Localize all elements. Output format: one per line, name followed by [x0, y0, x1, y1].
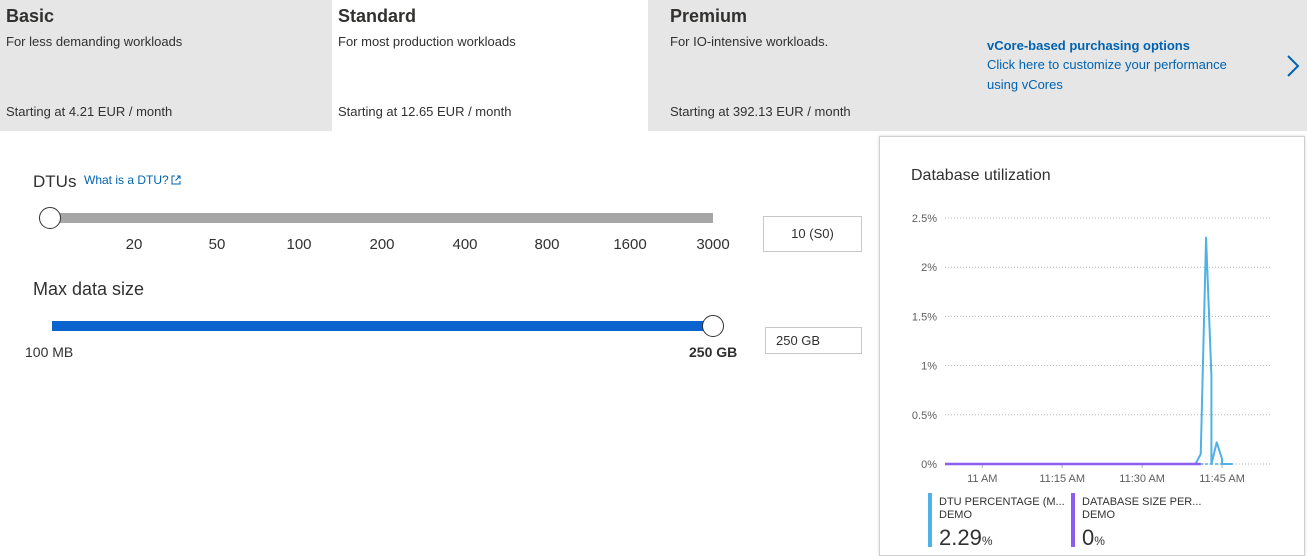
y-tick-label: 0%	[921, 459, 937, 471]
dtu-tick: 20	[125, 236, 143, 253]
size-min-label: 100 MB	[25, 344, 74, 360]
y-tick-label: 2.5%	[912, 213, 937, 225]
legend-db-name: DATABASE SIZE PER...	[1082, 496, 1202, 508]
size-max-label: 250 GB	[689, 344, 738, 360]
what-is-dtu-text: What is a DTU?	[84, 173, 169, 187]
tier-premium-description: For IO-intensive workloads.	[670, 34, 829, 49]
dtu-value-box[interactable]: 10 (S0)	[763, 216, 862, 252]
what-is-dtu-link[interactable]: What is a DTU?	[84, 173, 181, 187]
legend-dtu-name: DTU PERCENTAGE (M...	[939, 496, 1065, 508]
vcore-options-title: vCore-based purchasing options	[987, 38, 1190, 53]
tier-basic-price: Starting at 4.21 EUR / month	[6, 104, 173, 119]
external-link-icon	[171, 175, 181, 185]
dtu-percentage-line	[945, 236, 1233, 465]
legend-dtu-color	[928, 493, 932, 547]
vcore-options-link[interactable]: vCore-based purchasing options Click her…	[987, 38, 1277, 95]
legend-dtu-sub: DEMO	[939, 509, 972, 521]
x-tick-label: 11:15 AM	[1039, 473, 1085, 485]
size-slider-fill	[52, 321, 713, 331]
legend-db-value: 0%	[1082, 525, 1105, 551]
x-tick-label: 11 AM	[967, 473, 997, 485]
tier-premium[interactable]: Premium For IO-intensive workloads. Star…	[664, 0, 964, 131]
chevron-right-icon[interactable]	[1283, 52, 1303, 80]
dtu-tick: 1600	[613, 236, 647, 253]
tier-standard[interactable]: Standard For most production workloads S…	[332, 0, 648, 131]
y-tick-label: 2%	[921, 262, 937, 274]
dtu-tick: 50	[208, 236, 226, 253]
dtu-tick: 800	[534, 236, 560, 253]
y-tick-label: 0.5%	[912, 410, 937, 422]
legend-dtu-value: 2.29%	[939, 525, 993, 551]
tier-standard-price: Starting at 12.65 EUR / month	[338, 104, 512, 119]
database-utilization-panel[interactable]: Database utilization 2.5% 2% 1.5% 1% 0.5% 0% 1…	[879, 136, 1305, 556]
dtu-tick: 100	[286, 236, 312, 253]
size-slider-thumb[interactable]	[702, 315, 724, 337]
legend-db-number: 0	[1082, 525, 1095, 550]
dtu-tick: 400	[452, 236, 478, 253]
pricing-tier-bar: Basic For less demanding workloads Start…	[0, 0, 1307, 131]
tier-premium-name: Premium	[670, 6, 748, 26]
tier-standard-name: Standard	[338, 6, 417, 26]
tier-basic-description: For less demanding workloads	[6, 34, 183, 49]
legend-db-unit: %	[1094, 534, 1105, 548]
legend-db-sub: DEMO	[1082, 509, 1115, 521]
tier-premium-price: Starting at 392.13 EUR / month	[670, 104, 851, 119]
legend-db-color	[1071, 493, 1075, 547]
legend-dtu-number: 2.29	[939, 525, 982, 550]
dtu-slider-thumb[interactable]	[39, 207, 61, 229]
dtu-tick: 200	[369, 236, 395, 253]
vcore-options-text: Click here to customize your performance…	[987, 57, 1227, 92]
x-tick-label: 11:45 AM	[1199, 473, 1245, 485]
dtu-slider-track[interactable]	[50, 213, 713, 223]
dtu-label: DTUs	[33, 172, 77, 191]
legend-dtu-unit: %	[981, 534, 993, 548]
max-data-size-label: Max data size	[33, 279, 145, 299]
tier-basic[interactable]: Basic For less demanding workloads Start…	[0, 0, 316, 131]
dtu-tick: 3000	[696, 236, 730, 253]
y-tick-label: 1%	[921, 361, 937, 373]
y-tick-label: 1.5%	[912, 311, 937, 323]
tier-basic-name: Basic	[6, 6, 55, 26]
x-tick-label: 11:30 AM	[1119, 473, 1165, 485]
tier-standard-description: For most production workloads	[338, 34, 516, 49]
size-value-box[interactable]: 250 GB	[765, 327, 862, 354]
utilization-chart: 2.5% 2% 1.5% 1% 0.5% 0% 11 AM 11:15 AM 11:30 AM 1…	[912, 213, 1270, 485]
